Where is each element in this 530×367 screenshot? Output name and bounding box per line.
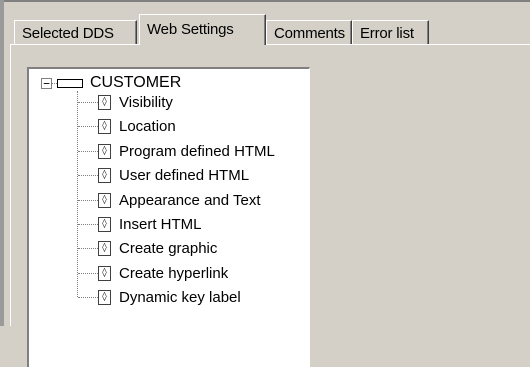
tree-item-appearance-and-text[interactable]: ◊ Appearance and Text [78, 189, 261, 211]
tree-root-customer[interactable]: − CUSTOMER [41, 73, 181, 93]
field-setting-icon: ◊ [98, 94, 111, 110]
tree-item-program-defined-html[interactable]: ◊ Program defined HTML [78, 140, 275, 162]
tree-connector [78, 125, 98, 127]
field-setting-icon: ◊ [98, 143, 111, 159]
tree-connector [78, 223, 98, 225]
tree-connector [78, 199, 98, 201]
tree-item-insert-html[interactable]: ◊ Insert HTML [78, 213, 202, 235]
record-icon [57, 78, 83, 88]
tab-panel: − CUSTOMER ◊ Visibility ◊ Location ◊ Pro… [10, 44, 530, 367]
tab-error-list[interactable]: Error list [352, 20, 429, 44]
tree-item-label: Appearance and Text [119, 191, 261, 209]
tree-item-user-defined-html[interactable]: ◊ User defined HTML [78, 164, 249, 186]
tree-item-label: User defined HTML [119, 166, 250, 184]
field-setting-icon: ◊ [98, 265, 111, 281]
tree-item-label: Location [119, 117, 176, 135]
tab-selected-dds[interactable]: Selected DDS [14, 20, 137, 44]
tree-item-label: Create hyperlink [119, 264, 229, 282]
tree-connector [78, 101, 98, 103]
tab-comments[interactable]: Comments [266, 20, 352, 44]
web-settings-tree[interactable]: − CUSTOMER ◊ Visibility ◊ Location ◊ Pro… [27, 67, 310, 367]
tree-item-label: Create graphic [119, 239, 218, 257]
tree-item-label: Insert HTML [119, 215, 202, 233]
field-setting-icon: ◊ [98, 240, 111, 256]
tree-item-label: Program defined HTML [119, 142, 275, 160]
field-setting-icon: ◊ [98, 192, 111, 208]
properties-window: Selected DDS Web Settings Comments Error… [0, 0, 530, 367]
tree-item-create-hyperlink[interactable]: ◊ Create hyperlink [78, 262, 228, 284]
tree-root-label: CUSTOMER [90, 74, 182, 91]
window-left-border [0, 0, 4, 326]
tree-item-location[interactable]: ◊ Location [78, 115, 176, 137]
tree-connector [78, 150, 98, 152]
field-setting-icon: ◊ [98, 216, 111, 232]
tree-connector [78, 247, 98, 249]
tree-item-label: Visibility [119, 93, 173, 111]
tree-connector [78, 272, 98, 274]
tree-connector [78, 174, 98, 176]
tree-item-create-graphic[interactable]: ◊ Create graphic [78, 237, 217, 259]
window-top-border [0, 0, 530, 2]
field-setting-icon: ◊ [98, 167, 111, 183]
collapse-icon[interactable]: − [41, 77, 52, 89]
field-setting-icon: ◊ [98, 289, 111, 305]
tab-web-settings[interactable]: Web Settings [139, 14, 266, 45]
tree-item-label: Dynamic key label [119, 288, 241, 306]
field-setting-icon: ◊ [98, 118, 111, 134]
tree-connector [78, 296, 98, 298]
tree-item-dynamic-key-label[interactable]: ◊ Dynamic key label [78, 286, 241, 308]
tree-item-visibility[interactable]: ◊ Visibility [78, 91, 173, 113]
